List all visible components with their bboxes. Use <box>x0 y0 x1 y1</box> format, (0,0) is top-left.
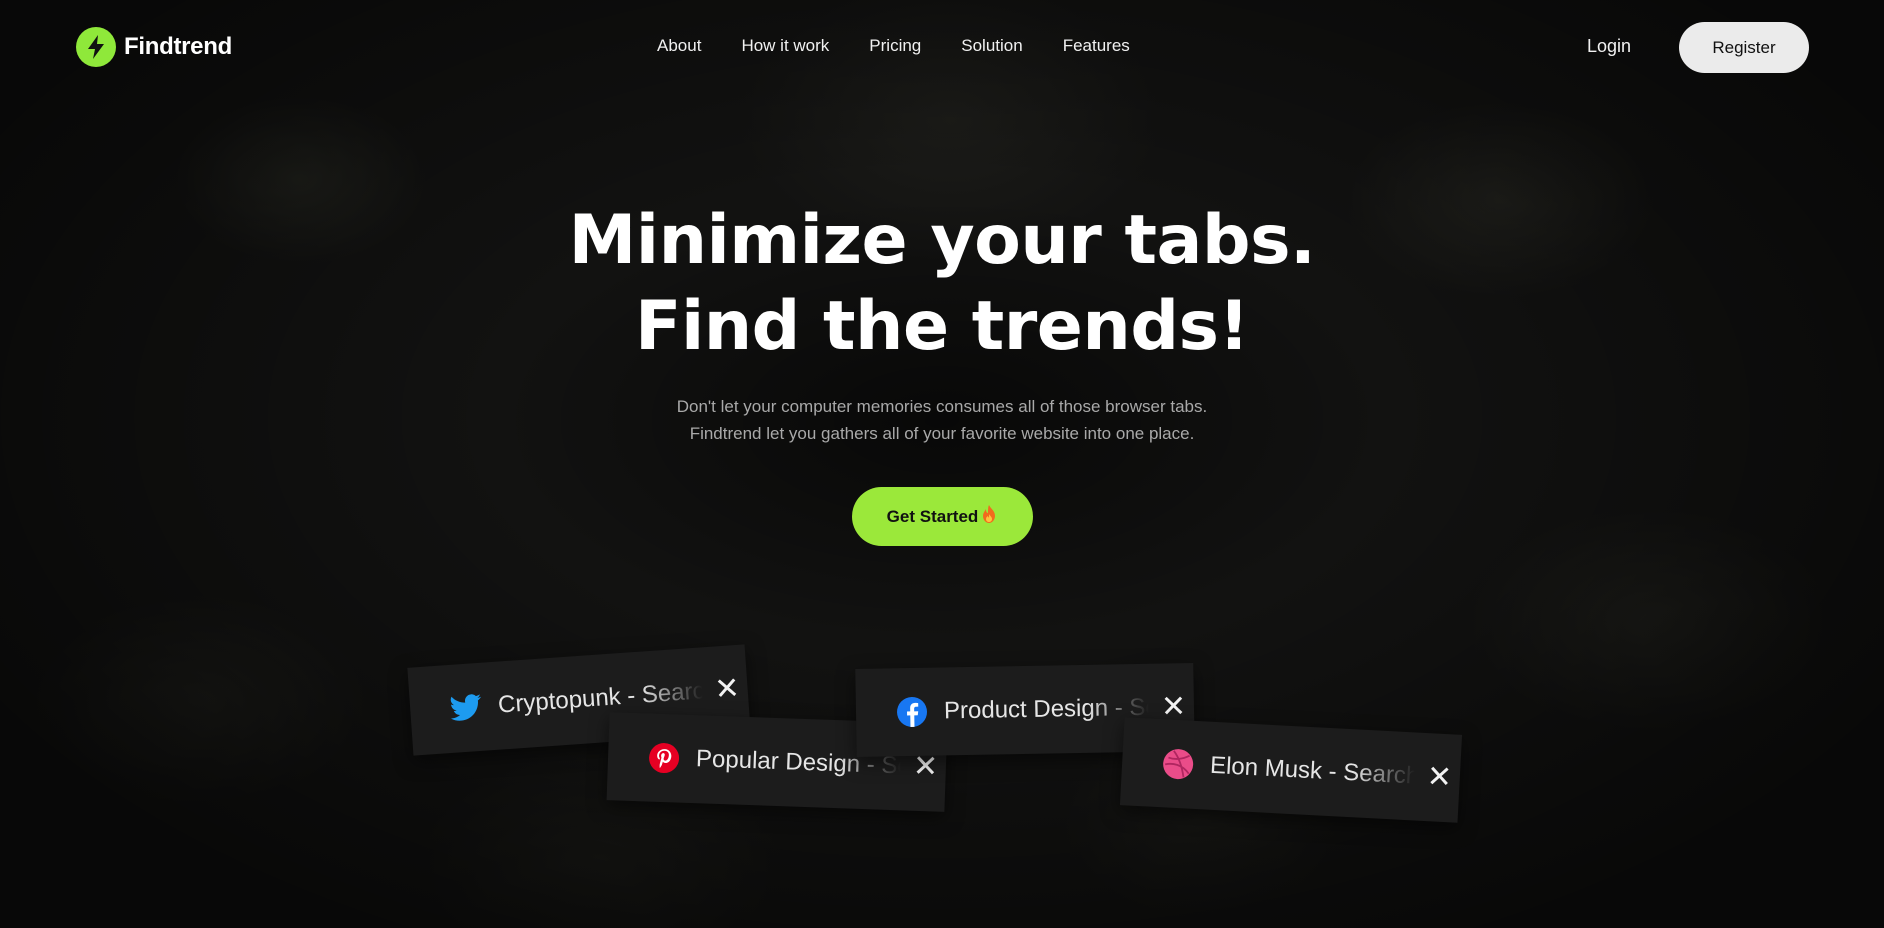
hero-subtitle-line-1: Don't let your computer memories consume… <box>676 397 1208 416</box>
nav-links: About How it work Pricing Solution Featu… <box>657 36 1170 56</box>
browser-tab-elon-musk[interactable]: Elon Musk - Search ✕ <box>1119 717 1463 823</box>
hero-subtitle: Don't let your computer memories consume… <box>0 393 1884 447</box>
hero-title: Minimize your tabs. Find the trends! <box>0 198 1884 370</box>
close-icon[interactable]: ✕ <box>912 750 938 784</box>
facebook-icon <box>896 696 929 729</box>
login-link[interactable]: Login <box>1587 36 1631 57</box>
twitter-icon <box>449 691 483 725</box>
nav-link-features[interactable]: Features <box>1063 36 1130 56</box>
nav-link-about[interactable]: About <box>657 36 701 56</box>
nav-link-solution[interactable]: Solution <box>961 36 1022 56</box>
fire-icon <box>980 504 998 529</box>
close-icon[interactable]: ✕ <box>1426 760 1453 794</box>
nav-link-pricing[interactable]: Pricing <box>869 36 921 56</box>
hero-subtitle-line-2: Findtrend let you gathers all of your fa… <box>689 424 1195 443</box>
close-icon[interactable]: ✕ <box>1161 690 1187 723</box>
lightning-bolt-icon <box>76 27 116 67</box>
nav-link-how-it-work[interactable]: How it work <box>741 36 829 56</box>
hero-title-line-1: Minimize your tabs. <box>568 201 1316 280</box>
pinterest-icon <box>648 742 681 775</box>
hero-title-line-2: Find the trends! <box>635 287 1249 366</box>
brand-name: Findtrend <box>124 33 232 60</box>
register-button[interactable]: Register <box>1679 22 1809 73</box>
tab-title: Elon Musk - Search <box>1209 751 1416 790</box>
get-started-label: Get Started <box>886 506 979 526</box>
top-navbar: Findtrend About How it work Pricing Solu… <box>0 0 1884 94</box>
close-icon[interactable]: ✕ <box>713 672 740 707</box>
dribbble-icon <box>1161 747 1195 781</box>
tab-title: Product Design - Search <box>943 693 1150 725</box>
logo[interactable]: Findtrend <box>76 27 232 67</box>
tab-title: Cryptopunk - Search <box>497 677 704 719</box>
get-started-button[interactable]: Get Started <box>852 487 1033 546</box>
